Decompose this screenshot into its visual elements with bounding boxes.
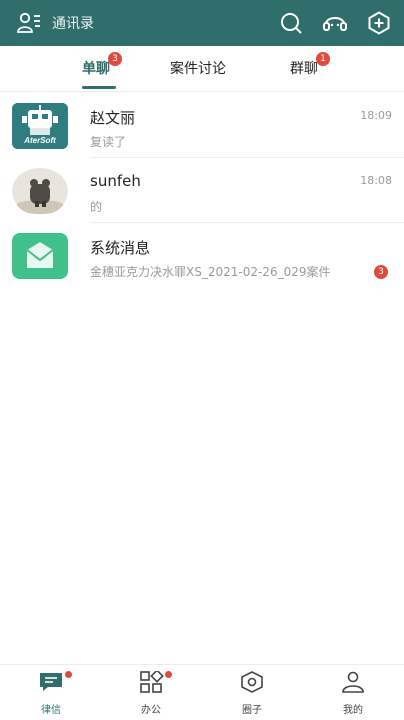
- conversation-preview: 金穗亚克力决水罪XS_2021-02-26_029案件: [90, 265, 331, 279]
- conversation-item[interactable]: 系统消息 金穗亚克力决水罪XS_2021-02-26_029案件 3: [0, 223, 404, 288]
- bottom-navigation: 律信 办公 圈子 我的: [0, 664, 404, 720]
- tab-group-chat-badge: 1: [316, 52, 330, 66]
- search-icon[interactable]: [278, 10, 304, 36]
- nav-label: 我的: [343, 705, 363, 716]
- active-tab-indicator: [82, 86, 116, 89]
- conversation-time: 18:09: [360, 109, 392, 122]
- nav-label: 办公: [141, 705, 161, 716]
- conversation-time: 18:08: [360, 174, 392, 187]
- conversation-preview: 的: [90, 200, 103, 214]
- avatar: [12, 168, 68, 214]
- avatar: AterSoft: [12, 103, 68, 149]
- conversation-preview: 复读了: [90, 135, 127, 149]
- grid-apps-icon: [138, 669, 164, 697]
- unread-badge: 3: [374, 265, 388, 279]
- contacts-label: 通讯录: [52, 16, 94, 32]
- nav-lvxin[interactable]: 律信: [21, 671, 81, 716]
- nav-label: 圈子: [242, 705, 262, 716]
- tab-group-chat[interactable]: 群聊: [290, 58, 318, 78]
- tab-case-discussion[interactable]: 案件讨论: [170, 58, 226, 78]
- chat-tabs: 单聊 3 案件讨论 群聊 1: [0, 46, 404, 92]
- tab-single-chat[interactable]: 单聊: [82, 58, 110, 78]
- tab-single-chat-badge: 3: [108, 52, 122, 66]
- top-bar: 通讯录: [0, 0, 404, 46]
- contacts-icon: [16, 10, 42, 36]
- user-icon: [340, 671, 366, 697]
- system-message-icon: [12, 233, 68, 279]
- conversation-item[interactable]: sunfeh 的 18:08: [0, 158, 404, 223]
- nav-lvxin-dot: [65, 671, 72, 678]
- conversation-name: 赵文丽: [90, 109, 136, 127]
- nav-mine[interactable]: 我的: [323, 671, 383, 716]
- nav-office[interactable]: 办公: [121, 669, 181, 716]
- hexagon-icon: [239, 671, 265, 697]
- conversation-name: 系统消息: [90, 239, 151, 257]
- nav-circle[interactable]: 圈子: [222, 671, 282, 716]
- conversation-item[interactable]: AterSoft 赵文丽 复读了 18:09: [0, 93, 404, 158]
- nav-office-dot: [165, 671, 172, 678]
- chat-bubble-icon: [38, 671, 64, 697]
- avatar-logo-text: AterSoft: [24, 136, 56, 145]
- nav-label: 律信: [41, 705, 61, 716]
- add-icon[interactable]: [366, 10, 392, 36]
- conversation-name: sunfeh: [90, 172, 141, 190]
- customer-service-icon[interactable]: [322, 10, 348, 36]
- contacts-button[interactable]: 通讯录: [16, 10, 94, 36]
- conversation-list: AterSoft 赵文丽 复读了 18:09 sunfeh 的 18:08 系统…: [0, 93, 404, 288]
